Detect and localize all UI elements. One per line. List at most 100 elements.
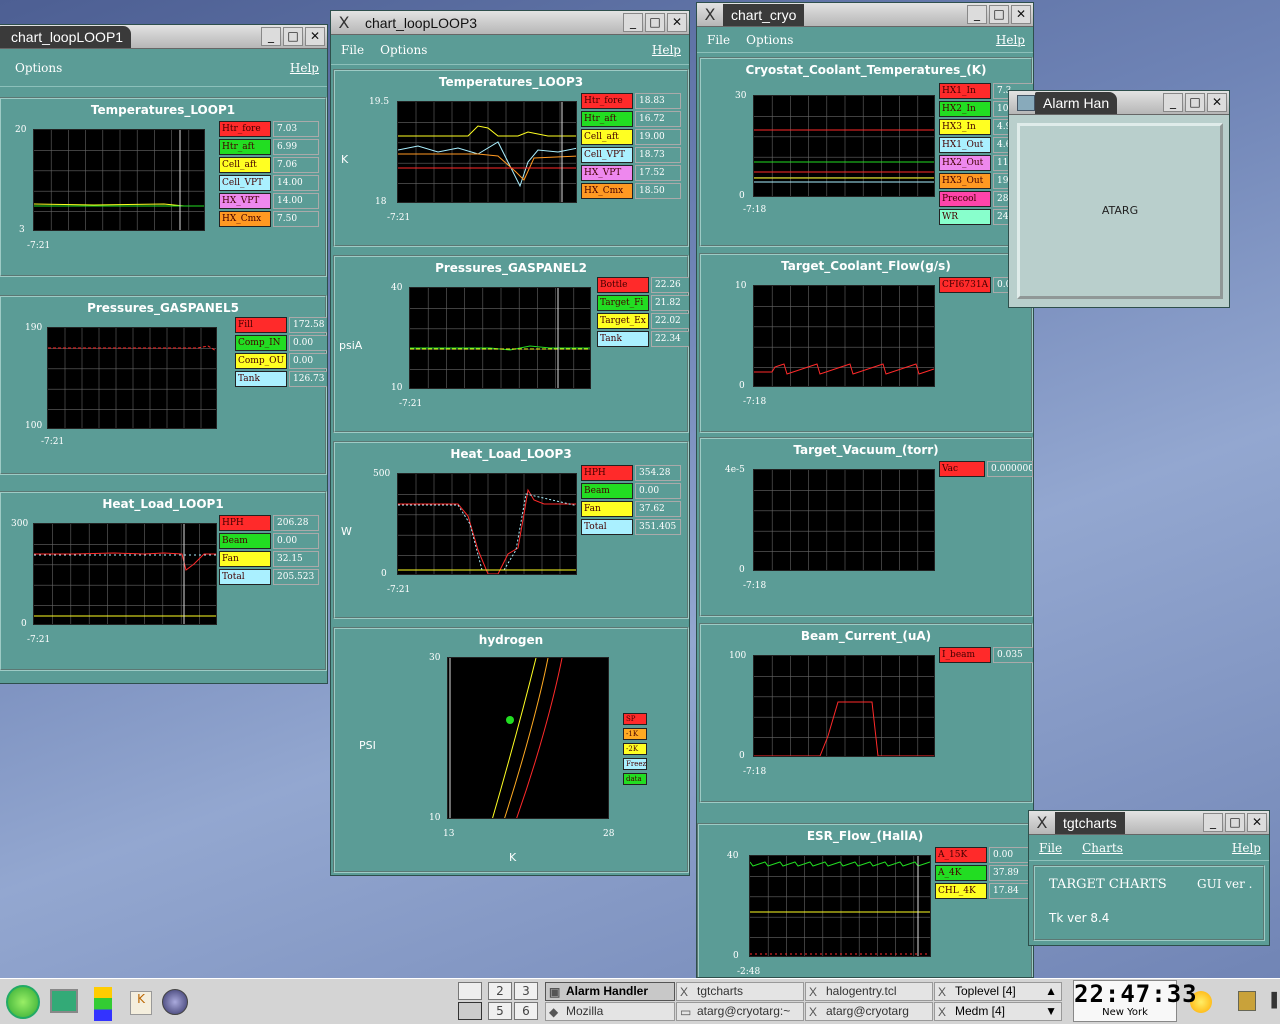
close-button[interactable]: ✕ (1207, 93, 1227, 112)
legend-label[interactable]: HX2_Out (939, 155, 991, 171)
legend-label[interactable]: Fill (235, 317, 287, 333)
editor-icon[interactable]: K (130, 991, 152, 1015)
legend-label[interactable]: CFI6731A (939, 277, 991, 293)
maximize-button[interactable]: □ (1225, 813, 1245, 832)
legend-label[interactable]: Total (581, 519, 633, 535)
menu-options[interactable]: Options (380, 43, 427, 57)
menu-options[interactable]: Options (15, 61, 62, 75)
pager-icon-2[interactable] (458, 1002, 482, 1020)
maximize-button[interactable]: □ (1185, 93, 1205, 112)
close-button[interactable]: ✕ (305, 27, 325, 46)
minimize-button[interactable]: _ (623, 13, 643, 32)
tgtcharts-titlebar[interactable]: X tgtcharts _ □ ✕ (1029, 811, 1269, 835)
legend-label[interactable]: -2K (623, 743, 647, 755)
legend-label[interactable]: Target_Fi (597, 295, 649, 311)
legend-label[interactable]: Htr_aft (581, 111, 633, 127)
lock-icon[interactable] (1238, 991, 1256, 1011)
menu-help[interactable]: Help (996, 33, 1025, 47)
minimize-button[interactable]: _ (1203, 813, 1223, 832)
clock[interactable]: 22:47:33 New York (1073, 980, 1197, 1022)
loop3-titlebar[interactable]: X chart_loopLOOP3 _ □ ✕ (331, 11, 689, 35)
task-mozilla[interactable]: ◆ Mozilla (545, 1002, 675, 1021)
menu-help[interactable]: Help (652, 43, 681, 57)
legend-label[interactable]: SP (623, 713, 647, 725)
legend-label[interactable]: HPH (581, 465, 633, 481)
globe-browser-icon[interactable] (162, 989, 188, 1015)
legend-label[interactable]: Cell_VPT (219, 175, 271, 191)
legend-label[interactable]: WR (939, 209, 991, 225)
task-alarm-handler[interactable]: ▣ Alarm Handler (545, 982, 675, 1001)
screenshot-app-icon[interactable] (50, 989, 78, 1013)
legend-label[interactable]: Vac (939, 461, 985, 477)
alarm-titlebar[interactable]: Alarm Han _ □ ✕ (1009, 91, 1229, 115)
legend-label[interactable]: Beam (219, 533, 271, 549)
legend-label[interactable]: Bottle (597, 277, 649, 293)
menu-file[interactable]: File (1039, 841, 1062, 855)
legend-label[interactable]: Fan (581, 501, 633, 517)
menu-charts[interactable]: Charts (1082, 841, 1123, 855)
legend-label[interactable]: Freez (623, 758, 647, 770)
control-panel-icon[interactable] (94, 987, 112, 1021)
legend-label[interactable]: HX_VPT (581, 165, 633, 181)
pager-desktop-5[interactable]: 5 (488, 1002, 512, 1020)
task-terminal-1[interactable]: ▭ atarg@cryotarg:~ (676, 1002, 804, 1021)
menu-options[interactable]: Options (746, 33, 793, 47)
start-menu-icon[interactable] (6, 985, 40, 1019)
legend-label[interactable]: Comp_IN (235, 335, 287, 351)
task-tgtcharts[interactable]: Xtgtcharts (676, 982, 804, 1001)
legend-label[interactable]: A_4K (935, 865, 987, 881)
more-icon[interactable]: ▐ (1266, 993, 1277, 1009)
close-button[interactable]: ✕ (1011, 5, 1031, 24)
legend-label[interactable]: HX3_Out (939, 173, 991, 189)
maximize-button[interactable]: □ (283, 27, 303, 46)
legend-label[interactable]: Precool (939, 191, 991, 207)
legend-label[interactable]: Htr_fore (219, 121, 271, 137)
pager-icon[interactable] (458, 982, 482, 1000)
close-button[interactable]: ✕ (667, 13, 687, 32)
legend-label[interactable]: Cell_aft (581, 129, 633, 145)
legend-label[interactable]: HX3_In (939, 119, 991, 135)
menu-file[interactable]: File (341, 43, 364, 57)
legend-label[interactable]: I_beam (939, 647, 991, 663)
menu-help[interactable]: Help (1232, 841, 1261, 855)
legend-label[interactable]: HX_VPT (219, 193, 271, 209)
legend-label[interactable]: HX1_In (939, 83, 991, 99)
menu-file[interactable]: File (707, 33, 730, 47)
pager-desktop-6[interactable]: 6 (514, 1002, 538, 1020)
task-medm[interactable]: X Medm [4] ▼ (934, 1002, 1062, 1021)
legend-label[interactable]: Cell_VPT (581, 147, 633, 163)
pager-desktop-3[interactable]: 3 (514, 982, 538, 1000)
legend-label[interactable]: Fan (219, 551, 271, 567)
legend-label[interactable]: Target_Ex (597, 313, 649, 329)
legend-label[interactable]: HX1_Out (939, 137, 991, 153)
legend-label[interactable]: A_15K (935, 847, 987, 863)
legend-label[interactable]: HX_Cmx (219, 211, 271, 227)
minimize-button[interactable]: _ (967, 5, 987, 24)
menu-help[interactable]: Help (290, 61, 319, 75)
legend-label[interactable]: Total (219, 569, 271, 585)
atarg-group-button[interactable]: ATARG (1017, 123, 1223, 299)
task-terminal-2[interactable]: Xatarg@cryotarg (805, 1002, 933, 1021)
pager-desktop-2[interactable]: 2 (488, 982, 512, 1000)
legend-label[interactable]: Tank (235, 371, 287, 387)
maximize-button[interactable]: □ (645, 13, 665, 32)
task-toplevel[interactable]: X Toplevel [4] ▲ (934, 982, 1062, 1001)
cryo-titlebar[interactable]: X chart_cryo _ □ ✕ (697, 3, 1033, 27)
legend-label[interactable]: HX_Cmx (581, 183, 633, 199)
minimize-button[interactable]: _ (1163, 93, 1183, 112)
legend-label[interactable]: Comp_OU (235, 353, 287, 369)
legend-label[interactable]: HX2_In (939, 101, 991, 117)
legend-label[interactable]: Htr_fore (581, 93, 633, 109)
legend-label[interactable]: CHL_4K (935, 883, 987, 899)
loop1-titlebar[interactable]: chart_loopLOOP1 _ □ ✕ (0, 25, 327, 49)
task-halogentry[interactable]: Xhalogentry.tcl (805, 982, 933, 1001)
maximize-button[interactable]: □ (989, 5, 1009, 24)
legend-label[interactable]: Tank (597, 331, 649, 347)
legend-label[interactable]: data (623, 773, 647, 785)
legend-label[interactable]: HPH (219, 515, 271, 531)
legend-label[interactable]: -1K (623, 728, 647, 740)
legend-label[interactable]: Cell_aft (219, 157, 271, 173)
close-button[interactable]: ✕ (1247, 813, 1267, 832)
legend-label[interactable]: Beam (581, 483, 633, 499)
minimize-button[interactable]: _ (261, 27, 281, 46)
